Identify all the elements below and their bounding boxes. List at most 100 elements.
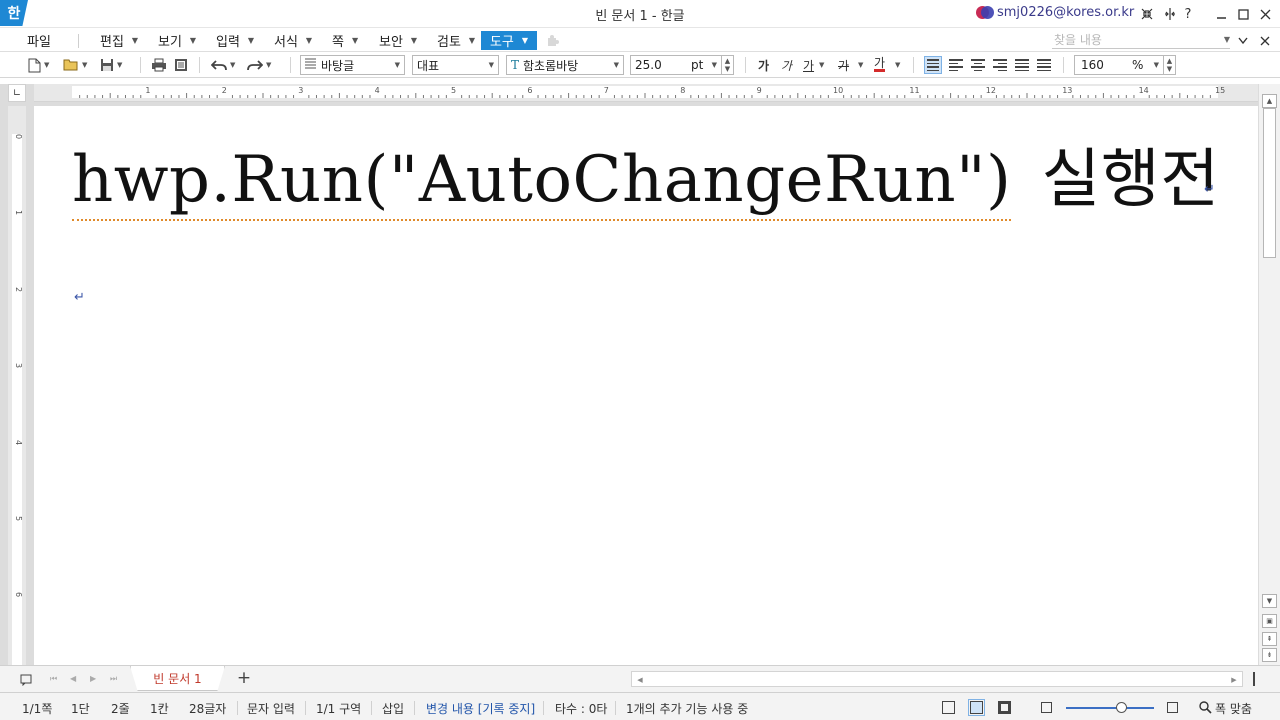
- ruler-number: 13: [1062, 86, 1073, 95]
- first-tab-icon[interactable]: ⏮: [50, 674, 57, 684]
- chevron-down-icon[interactable]: ▼: [858, 55, 863, 75]
- account-avatar-icon: [976, 6, 994, 19]
- zoom-stepper[interactable]: ▲ ▼: [1164, 55, 1176, 75]
- scroll-up-icon[interactable]: ▲: [1262, 94, 1277, 108]
- close-search-icon[interactable]: [1256, 32, 1274, 50]
- account-info[interactable]: smj0226@kores.or.kr: [976, 5, 1134, 20]
- scroll-thumb[interactable]: [1263, 108, 1276, 258]
- status-addon[interactable]: 1개의 추가 기능 사용 중: [626, 700, 748, 717]
- underline-button[interactable]: 가: [803, 55, 814, 75]
- italic-button[interactable]: 가: [781, 55, 792, 75]
- align-center-icon[interactable]: [969, 56, 987, 74]
- status-divider: [305, 701, 306, 715]
- ribbon-toggle-icon[interactable]: [1161, 5, 1179, 23]
- status-input-mode[interactable]: 문자 입력: [247, 700, 295, 717]
- chevron-down-icon[interactable]: ▼: [1224, 35, 1230, 44]
- text-color-button[interactable]: 가: [874, 55, 886, 72]
- account-email[interactable]: smj0226@kores.or.kr: [997, 5, 1134, 20]
- help-icon[interactable]: ?: [1179, 5, 1197, 23]
- horizontal-scrollbar[interactable]: ◀ ▶: [631, 671, 1243, 687]
- save-button[interactable]: ▼: [100, 55, 122, 75]
- collapse-icon[interactable]: [1234, 32, 1252, 50]
- bold-button[interactable]: 가: [758, 55, 769, 75]
- zoom-slider[interactable]: [1066, 707, 1154, 709]
- full-page-view-icon[interactable]: [998, 701, 1011, 714]
- zoom-in-icon[interactable]: [1167, 702, 1178, 713]
- find-input[interactable]: 찾을 내용 ▼: [1052, 31, 1230, 49]
- shrink-icon[interactable]: [1138, 5, 1156, 23]
- menu-view[interactable]: 보기 ▼: [152, 31, 202, 50]
- redo-button[interactable]: ▼: [247, 55, 271, 75]
- redo-icon: [247, 60, 263, 71]
- divide-align-icon[interactable]: [1035, 56, 1053, 74]
- page-view-icon[interactable]: ▣: [1262, 614, 1277, 628]
- open-button[interactable]: ▼: [63, 55, 87, 75]
- document-page[interactable]: hwp.Run("AutoChangeRun") 실행전 ↵ ↵: [34, 106, 1258, 665]
- menu-insert[interactable]: 입력 ▼: [210, 31, 260, 50]
- preview-button[interactable]: [174, 55, 188, 75]
- menu-tools[interactable]: 도구 ▼: [481, 31, 537, 50]
- chevron-down-icon[interactable]: ▼: [895, 55, 900, 75]
- zoom-slider-handle[interactable]: [1116, 702, 1127, 713]
- tab-document[interactable]: 빈 문서 1: [130, 666, 225, 691]
- last-tab-icon[interactable]: ⏭: [110, 674, 117, 684]
- status-page[interactable]: 1/1쪽: [22, 700, 52, 717]
- split-icon[interactable]: [1245, 670, 1263, 688]
- scroll-left-icon[interactable]: ◀: [634, 674, 646, 686]
- minimize-icon[interactable]: [1212, 5, 1230, 23]
- new-document-button[interactable]: ▼: [28, 55, 49, 75]
- puzzle-icon[interactable]: [545, 32, 563, 50]
- close-icon[interactable]: [1256, 5, 1274, 23]
- next-tab-icon[interactable]: ▶: [90, 674, 96, 683]
- align-left-icon[interactable]: [947, 56, 965, 74]
- chevron-down-icon: ▼: [613, 61, 619, 69]
- ruler-number: 6: [14, 592, 23, 598]
- vertical-ruler[interactable]: 0 1 2 3 4 5 6: [8, 106, 26, 666]
- chevron-down-icon[interactable]: ▼: [819, 55, 824, 75]
- scroll-right-icon[interactable]: ▶: [1228, 674, 1240, 686]
- zoom-out-icon[interactable]: [1041, 702, 1052, 713]
- menu-format[interactable]: 서식 ▼: [268, 31, 318, 50]
- align-right-icon[interactable]: [991, 56, 1009, 74]
- distribute-icon[interactable]: [1013, 56, 1031, 74]
- style-select[interactable]: 바탕글 ▼: [300, 55, 405, 75]
- zoom-select[interactable]: 160 % ▼: [1074, 55, 1164, 75]
- menu-edit[interactable]: 편집 ▼: [94, 31, 144, 50]
- chevron-down-icon: ▼: [711, 61, 717, 69]
- status-column: 1단: [71, 702, 90, 716]
- align-justify-icon[interactable]: [924, 56, 942, 74]
- font-size-input[interactable]: 25.0 pt ▼: [630, 55, 722, 75]
- ruler-number: 1: [145, 86, 151, 95]
- menu-security[interactable]: 보안 ▼: [373, 31, 423, 50]
- print-button[interactable]: [151, 55, 167, 75]
- document-text-line[interactable]: hwp.Run("AutoChangeRun") 실행전: [72, 128, 1220, 221]
- undo-button[interactable]: ▼: [211, 55, 235, 75]
- magnifier-icon[interactable]: [1196, 698, 1214, 716]
- font-select[interactable]: T 함초롬바탕 ▼: [506, 55, 624, 75]
- menu-divider: [78, 34, 79, 48]
- status-divider: [414, 701, 415, 715]
- page-width-view-icon[interactable]: [968, 699, 985, 716]
- maximize-icon[interactable]: [1234, 5, 1252, 23]
- horizontal-ruler[interactable]: 1 2 3 4 5 6 7 8 9 10 11 12 13 14 15: [34, 84, 1258, 102]
- ruler-number: 7: [603, 86, 609, 95]
- page-down-icon[interactable]: ⇟: [1262, 648, 1277, 662]
- status-insert-mode[interactable]: 삽입: [382, 700, 404, 717]
- page-up-icon[interactable]: ⇞: [1262, 632, 1277, 646]
- scroll-down-icon[interactable]: ▼: [1262, 594, 1277, 608]
- status-track-changes[interactable]: 변경 내용 [기록 중지]: [426, 700, 535, 717]
- tab-type-selector[interactable]: ∟: [8, 84, 26, 102]
- menu-review[interactable]: 검토 ▼: [431, 31, 481, 50]
- vertical-scrollbar[interactable]: ▲ ▼ ▣ ⇞ ⇟: [1258, 84, 1280, 665]
- normal-view-icon[interactable]: [942, 701, 955, 714]
- toolbar-divider: [745, 57, 746, 73]
- menu-file[interactable]: 파일: [21, 31, 57, 50]
- zoom-fit-label[interactable]: 폭 맞춤: [1215, 700, 1252, 717]
- language-select[interactable]: 대표 ▼: [412, 55, 499, 75]
- menu-page[interactable]: 쪽 ▼: [326, 31, 364, 50]
- prev-tab-icon[interactable]: ◀: [70, 674, 76, 683]
- strikethrough-button[interactable]: 가: [838, 55, 849, 75]
- memo-icon[interactable]: [17, 671, 35, 689]
- add-tab-icon[interactable]: +: [231, 668, 257, 688]
- font-size-stepper[interactable]: ▲ ▼: [722, 55, 734, 75]
